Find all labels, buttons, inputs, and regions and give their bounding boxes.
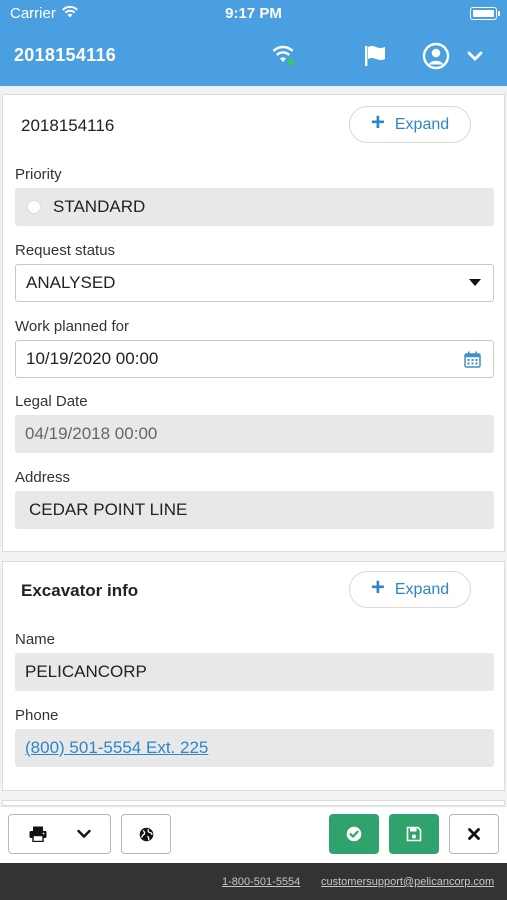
complete-button[interactable] xyxy=(329,814,379,854)
dropdown-caret-icon xyxy=(469,265,481,301)
chevron-down-icon[interactable] xyxy=(459,40,491,72)
close-button[interactable] xyxy=(449,814,499,854)
expand-request-button[interactable]: + Expand xyxy=(349,106,471,143)
expand-label: Expand xyxy=(394,115,450,133)
phone-field: (800) 501-5554 Ext. 225 xyxy=(15,729,494,767)
excavator-info-card: Excavator info + Expand Name PELICANCORP… xyxy=(2,561,505,791)
work-planned-value: 10/19/2020 00:00 xyxy=(26,349,159,368)
address-value: CEDAR POINT LINE xyxy=(29,500,188,519)
request-status-value: ANALYSED xyxy=(26,273,116,292)
excavator-info-title: Excavator info xyxy=(21,581,139,600)
check-icon xyxy=(346,826,362,842)
legal-date-field: 04/19/2018 00:00 xyxy=(15,415,494,453)
action-toolbar xyxy=(0,806,507,863)
print-dropdown-button[interactable] xyxy=(8,814,111,854)
request-number: 2018154116 xyxy=(21,116,115,135)
print-icon xyxy=(29,826,47,842)
legal-date-label: Legal Date xyxy=(15,393,88,410)
address-field: CEDAR POINT LINE xyxy=(15,491,494,529)
flag-icon[interactable] xyxy=(360,40,392,72)
clock: 9:17 PM xyxy=(225,5,282,22)
priority-label: Priority xyxy=(15,166,62,183)
save-icon xyxy=(406,826,422,842)
support-phone-link[interactable]: 1-800-501-5554 xyxy=(222,876,300,888)
battery-icon xyxy=(470,7,500,20)
request-status-select[interactable]: ANALYSED xyxy=(15,264,494,302)
network-status-icon[interactable] xyxy=(269,40,301,72)
expand-label: Expand xyxy=(394,580,450,598)
name-field: PELICANCORP xyxy=(15,653,494,691)
support-email-link[interactable]: customersupport@pelicancorp.com xyxy=(321,876,494,888)
phone-link[interactable]: (800) 501-5554 Ext. 225 xyxy=(25,738,208,758)
plus-icon: + xyxy=(370,109,385,136)
save-button[interactable] xyxy=(389,814,439,854)
close-icon xyxy=(468,828,480,840)
app-header: 2018154116 xyxy=(0,28,507,86)
address-label: Address xyxy=(15,469,71,486)
priority-field: STANDARD xyxy=(15,188,494,226)
priority-value: STANDARD xyxy=(53,197,146,216)
chevron-down-icon xyxy=(76,829,91,839)
plus-icon: + xyxy=(370,574,385,601)
phone-label: Phone xyxy=(15,707,59,724)
user-icon[interactable] xyxy=(420,40,452,72)
map-button[interactable] xyxy=(121,814,171,854)
name-label: Name xyxy=(15,631,56,648)
request-status-label: Request status xyxy=(15,242,116,259)
page-title: 2018154116 xyxy=(14,45,117,65)
request-details-card: 2018154116 + Expand Priority STANDARD Re… xyxy=(2,94,505,552)
priority-radio-icon xyxy=(27,200,41,214)
work-planned-input[interactable]: 10/19/2020 00:00 xyxy=(15,340,494,378)
name-value: PELICANCORP xyxy=(25,662,147,681)
status-bar: Carrier 9:17 PM xyxy=(0,0,507,28)
globe-icon xyxy=(139,827,154,842)
calendar-icon[interactable] xyxy=(464,341,481,377)
expand-excavator-button[interactable]: + Expand xyxy=(349,571,471,608)
work-planned-label: Work planned for xyxy=(15,318,129,335)
legal-date-value: 04/19/2018 00:00 xyxy=(25,424,158,443)
support-footer: 1-800-501-5554 customersupport@pelicanco… xyxy=(0,863,507,900)
